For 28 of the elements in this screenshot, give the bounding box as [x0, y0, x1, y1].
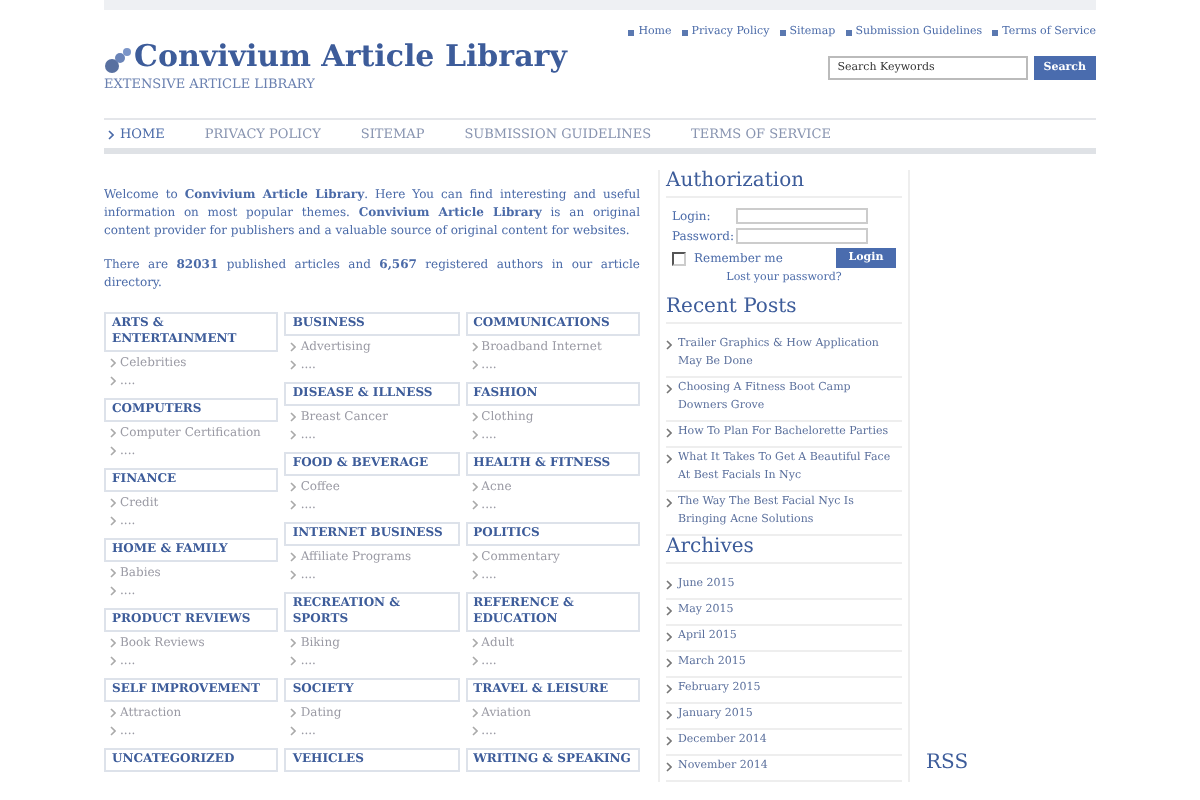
chevron-icon [666, 658, 672, 668]
password-field[interactable] [736, 228, 868, 244]
bullet-icon [779, 29, 786, 35]
remember-checkbox[interactable] [672, 251, 686, 265]
chevron-icon [666, 606, 672, 616]
login-field[interactable] [736, 208, 868, 224]
chevron-icon [666, 736, 672, 746]
chevron-icon [666, 428, 672, 438]
authorization-heading: Authorization [666, 170, 902, 198]
chevron-icon [666, 632, 672, 642]
chevron-icon [666, 340, 672, 350]
site-title[interactable]: Convivium Article Library [134, 38, 567, 74]
archives-heading: Archives [666, 536, 902, 564]
chevron-icon [666, 384, 672, 394]
chevron-icon [666, 454, 672, 464]
chevron-icon [666, 710, 672, 720]
chevron-icon [108, 129, 114, 140]
chevron-icon [666, 498, 672, 508]
bullet-icon [628, 29, 635, 35]
chevron-icon [666, 580, 672, 590]
chevron-icon [666, 684, 672, 694]
recent-posts-heading: Recent Posts [666, 296, 902, 324]
bubbles-logo-icon [104, 46, 132, 74]
bullet-icon [845, 29, 852, 35]
bullet-icon [681, 29, 688, 35]
bullet-icon [992, 29, 999, 35]
rss-heading: RSS [926, 752, 969, 778]
chevron-icon [666, 762, 672, 772]
